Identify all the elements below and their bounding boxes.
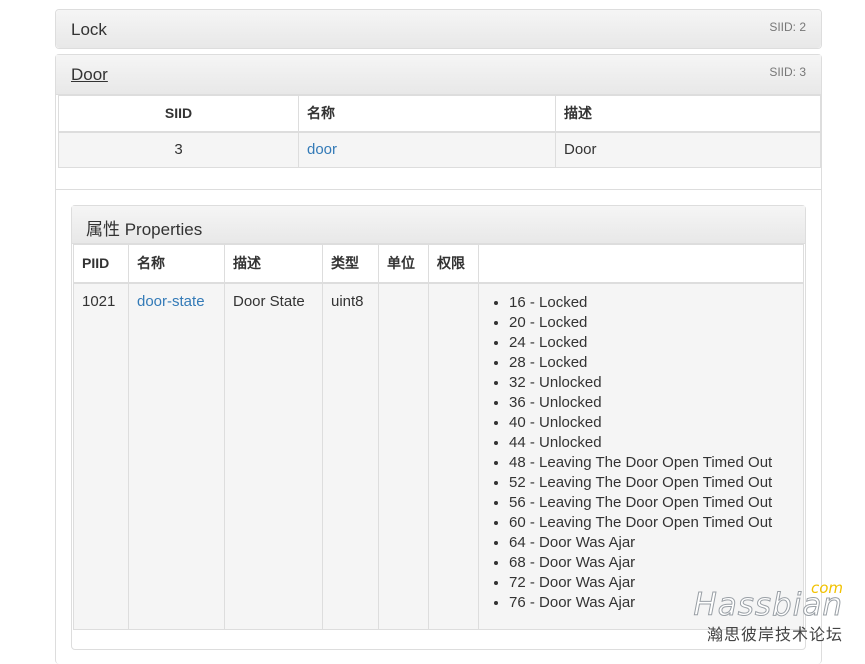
value-list-item: 24 - Locked <box>509 333 795 353</box>
lock-panel-header[interactable]: Lock SIID: 2 <box>56 10 821 48</box>
value-list-item: 64 - Door Was Ajar <box>509 533 795 553</box>
properties-title: 属性 Properties <box>86 220 203 239</box>
value-list-item: 16 - Locked <box>509 293 795 313</box>
watermark-com: com <box>810 579 843 597</box>
value-list: 16 - Locked20 - Locked24 - Locked28 - Lo… <box>487 293 795 613</box>
service-table-header: SIID 名称 描述 <box>58 95 821 133</box>
col-desc: 描述 <box>224 244 323 284</box>
lock-siid-label: SIID: 2 <box>769 20 806 34</box>
value-list-item: 68 - Door Was Ajar <box>509 553 795 573</box>
service-name-link[interactable]: door <box>307 141 337 158</box>
cell-desc: Door <box>555 131 821 168</box>
col-name: 名称 <box>128 244 225 284</box>
col-type: 类型 <box>322 244 379 284</box>
value-list-item: 56 - Leaving The Door Open Timed Out <box>509 493 795 513</box>
lock-title: Lock <box>71 20 107 39</box>
col-siid: SIID <box>58 95 299 133</box>
cell-unit <box>378 282 429 630</box>
value-list-item: 52 - Leaving The Door Open Timed Out <box>509 473 795 493</box>
value-list-item: 48 - Leaving The Door Open Timed Out <box>509 453 795 473</box>
properties-table: PIID 名称 描述 类型 单位 权限 1021 door-state Door… <box>73 244 804 630</box>
value-list-item: 32 - Unlocked <box>509 373 795 393</box>
col-access: 权限 <box>428 244 479 284</box>
value-list-item: 44 - Unlocked <box>509 433 795 453</box>
cell-desc: Door State <box>224 282 323 630</box>
divider <box>56 189 821 190</box>
col-piid: PIID <box>73 244 129 284</box>
value-list-item: 40 - Unlocked <box>509 413 795 433</box>
cell-type: uint8 <box>322 282 379 630</box>
col-desc: 描述 <box>555 95 821 133</box>
value-list-item: 36 - Unlocked <box>509 393 795 413</box>
value-list-item: 60 - Leaving The Door Open Timed Out <box>509 513 795 533</box>
cell-name: door <box>298 131 556 168</box>
properties-panel-header: 属性 Properties <box>72 206 805 244</box>
cell-siid: 3 <box>58 131 299 168</box>
cell-name: door-state <box>128 282 225 630</box>
col-values <box>478 244 804 284</box>
lock-service-panel: Lock SIID: 2 <box>55 9 822 49</box>
cell-access <box>428 282 479 630</box>
value-list-item: 20 - Locked <box>509 313 795 333</box>
service-table: SIID 名称 描述 3 door Door <box>58 95 821 168</box>
value-list-item: 28 - Locked <box>509 353 795 373</box>
hassbian-watermark: com Hassbian 瀚思彼岸技术论坛 <box>693 579 843 645</box>
door-siid-label: SIID: 3 <box>769 65 806 79</box>
property-name-link[interactable]: door-state <box>137 293 205 310</box>
col-unit: 单位 <box>378 244 429 284</box>
watermark-subtitle: 瀚思彼岸技术论坛 <box>706 627 843 644</box>
cell-piid: 1021 <box>73 282 129 630</box>
table-row: 1021 door-state Door State uint8 16 - Lo… <box>73 282 804 630</box>
door-panel-header[interactable]: Door SIID: 3 <box>56 55 821 95</box>
col-name: 名称 <box>298 95 556 133</box>
table-row: 3 door Door <box>58 131 821 168</box>
cell-values: 16 - Locked20 - Locked24 - Locked28 - Lo… <box>478 282 804 630</box>
door-title[interactable]: Door <box>71 65 108 85</box>
properties-table-header: PIID 名称 描述 类型 单位 权限 <box>73 244 804 284</box>
